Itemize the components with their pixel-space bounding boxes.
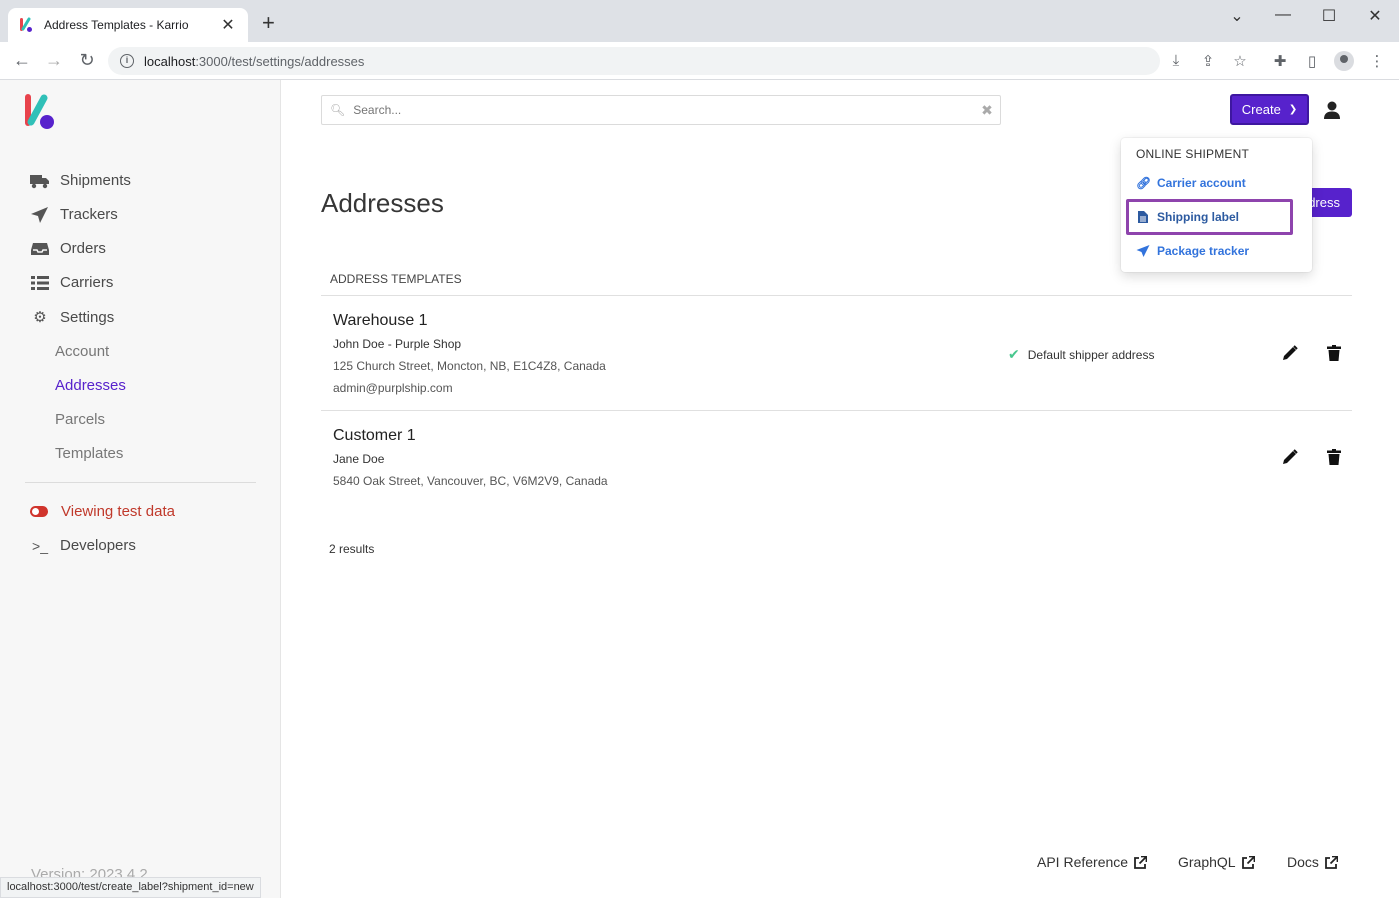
sidebar-item-label: Settings: [60, 308, 115, 326]
sidebar-item-label: Carriers: [60, 274, 114, 291]
tab-title: Address Templates - Karrio: [44, 18, 189, 32]
sidebar-item-developers[interactable]: >_ Developers: [30, 537, 136, 554]
browser-toolbar: ← → ↻ i localhost:3000/test/settings/add…: [0, 42, 1399, 80]
create-button-label: Create: [1241, 102, 1281, 117]
external-link-icon: [1241, 855, 1255, 869]
status-bar-url: localhost:3000/test/create_label?shipmen…: [0, 877, 261, 898]
table-divider: [321, 295, 1352, 296]
chevron-down-icon: ❯: [1288, 104, 1298, 115]
sidebar-item-label: Shipments: [60, 172, 131, 189]
address-email: admin@purplship.com: [333, 381, 453, 395]
sidebar-subitem-addresses[interactable]: Addresses: [55, 377, 126, 394]
new-tab-icon[interactable]: +: [262, 12, 275, 34]
results-count: 2 results: [329, 542, 375, 556]
browser-profile-icon[interactable]: [1334, 51, 1354, 71]
edit-pencil-icon[interactable]: [1282, 449, 1298, 465]
default-badge: ✔ Default shipper address: [1008, 346, 1154, 363]
gear-icon: ⚙: [33, 309, 47, 326]
create-button[interactable]: Create ❯: [1230, 94, 1309, 125]
address-street: 5840 Oak Street, Vancouver, BC, V6M2V9, …: [333, 474, 608, 488]
karrio-favicon-icon: [20, 17, 32, 32]
search-icon: 🔍︎: [330, 103, 346, 117]
bookmark-star-icon[interactable]: ☆: [1230, 52, 1250, 70]
inbox-icon: [31, 242, 49, 255]
footer-link-label: Docs: [1287, 854, 1319, 870]
paper-plane-icon: [31, 206, 48, 223]
menu-item-label: Carrier account: [1157, 176, 1246, 190]
test-mode-label: Viewing test data: [61, 503, 175, 520]
sidebar-subitem-account[interactable]: Account: [55, 343, 109, 360]
reload-icon[interactable]: ↻: [75, 50, 99, 70]
footer-link-label: API Reference: [1037, 854, 1129, 870]
sidebar-item-carriers[interactable]: Carriers: [30, 274, 113, 291]
sidebar-item-settings[interactable]: ⚙ Settings: [30, 308, 115, 327]
menu-item-package-tracker[interactable]: Package tracker: [1136, 244, 1249, 258]
terminal-icon: >_: [32, 537, 48, 554]
forward-icon[interactable]: →: [42, 50, 66, 70]
section-title: ADDRESS TEMPLATES: [330, 272, 462, 286]
clear-search-icon[interactable]: ✖: [974, 102, 1000, 119]
address-contact: Jane Doe: [333, 452, 385, 466]
truck-icon: [30, 174, 49, 188]
trash-icon[interactable]: [1326, 345, 1342, 361]
highlight-box: [1126, 199, 1293, 235]
sidebar-item-shipments[interactable]: Shipments: [30, 172, 131, 189]
default-label: Default shipper address: [1027, 347, 1155, 362]
menu-item-label: Package tracker: [1157, 244, 1250, 258]
sidebar-divider: [25, 482, 256, 483]
menu-kebab-icon[interactable]: ⋮: [1367, 52, 1387, 70]
install-icon[interactable]: ⤓: [1166, 52, 1186, 69]
browser-tab[interactable]: Address Templates - Karrio ✕: [8, 8, 248, 42]
sidebar-item-label: Trackers: [60, 206, 118, 223]
test-mode-toggle[interactable]: Viewing test data: [30, 503, 175, 520]
sidebar-subitem-parcels[interactable]: Parcels: [55, 411, 105, 428]
footer-link-label: GraphQL: [1178, 854, 1236, 870]
search-box[interactable]: 🔍︎ ✖: [321, 95, 1001, 125]
footer-link-docs[interactable]: Docs: [1287, 854, 1338, 870]
menu-item-carrier-account[interactable]: 🔗︎ Carrier account: [1136, 176, 1246, 190]
toggle-icon: [30, 506, 48, 517]
side-panel-icon[interactable]: ▯: [1302, 52, 1322, 70]
external-link-icon: [1134, 855, 1148, 869]
tab-close-icon[interactable]: ✕: [218, 15, 238, 35]
footer-link-api-reference[interactable]: API Reference: [1037, 854, 1148, 870]
url-text: localhost:3000/test/settings/addresses: [144, 53, 365, 69]
sidebar-subitem-templates[interactable]: Templates: [55, 445, 123, 462]
table-divider: [321, 410, 1352, 411]
address-contact: John Doe - Purple Shop: [333, 337, 462, 351]
page-title: Addresses: [321, 188, 444, 218]
address-name: Warehouse 1: [333, 312, 428, 329]
site-info-icon[interactable]: i: [120, 54, 134, 68]
back-icon[interactable]: ←: [10, 50, 34, 70]
paper-plane-icon: [1136, 245, 1150, 257]
link-icon: 🔗︎: [1136, 176, 1152, 190]
share-icon[interactable]: ⇪: [1198, 52, 1218, 70]
sidebar-item-label: Developers: [60, 537, 136, 554]
check-icon: ✔: [1008, 346, 1020, 362]
sidebar-item-label: Orders: [60, 240, 106, 257]
footer-link-graphql[interactable]: GraphQL: [1178, 854, 1255, 870]
karrio-logo[interactable]: [24, 94, 56, 130]
address-name: Customer 1: [333, 427, 416, 444]
edit-pencil-icon[interactable]: [1282, 345, 1298, 361]
browser-tab-bar: Address Templates - Karrio ✕ + ⌄ — ☐ ✕: [0, 0, 1399, 42]
trash-icon[interactable]: [1326, 449, 1342, 465]
sidebar-item-trackers[interactable]: Trackers: [30, 206, 118, 223]
create-dropdown-menu: ONLINE SHIPMENT 🔗︎ Carrier account Shipp…: [1121, 138, 1312, 272]
window-close-icon[interactable]: ✕: [1360, 6, 1390, 26]
tab-search-icon[interactable]: ⌄: [1222, 6, 1252, 26]
extensions-icon[interactable]: ✚: [1270, 52, 1290, 70]
user-account-icon[interactable]: [1322, 100, 1342, 120]
address-street: 125 Church Street, Moncton, NB, E1C4Z8, …: [333, 359, 606, 373]
external-link-icon: [1325, 855, 1338, 869]
minimize-icon[interactable]: —: [1268, 6, 1298, 24]
maximize-icon[interactable]: ☐: [1314, 6, 1344, 26]
dropdown-heading: ONLINE SHIPMENT: [1136, 147, 1250, 161]
search-input[interactable]: [353, 103, 974, 117]
sidebar-item-orders[interactable]: Orders: [30, 240, 106, 257]
list-icon: [31, 275, 49, 290]
address-bar[interactable]: i localhost:3000/test/settings/addresses: [108, 47, 1160, 75]
sidebar: Shipments Trackers Orders Carriers ⚙ Set…: [0, 80, 281, 898]
